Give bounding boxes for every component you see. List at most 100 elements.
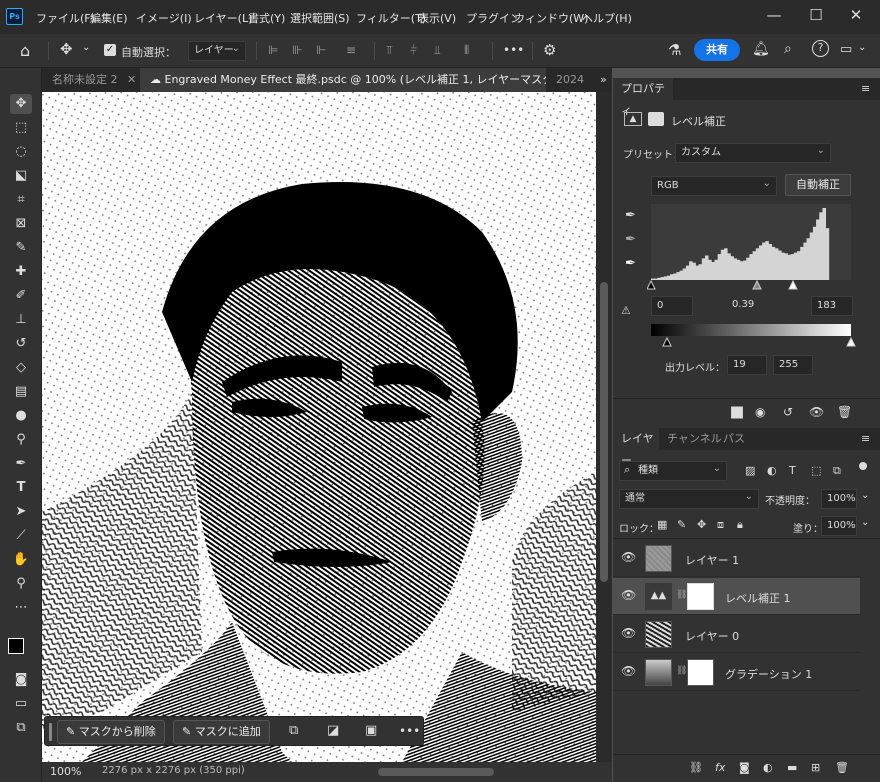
- blur-tool[interactable]: ●: [10, 406, 32, 426]
- zoom-tool[interactable]: ⚲: [10, 574, 32, 594]
- minimize-button[interactable]: —: [764, 6, 784, 24]
- input-black-field[interactable]: 0: [651, 296, 693, 316]
- lock-position-icon[interactable]: ✥: [697, 518, 706, 531]
- new-group-icon[interactable]: ▬: [787, 761, 797, 774]
- menu-plugins[interactable]: プラグイン: [466, 10, 521, 26]
- fx-icon[interactable]: fx: [715, 761, 725, 774]
- new-layer-icon[interactable]: ⊞: [811, 761, 820, 774]
- input-sliders[interactable]: [647, 279, 857, 291]
- preset-dropdown[interactable]: カスタム: [675, 142, 831, 163]
- output-white-field[interactable]: 255: [773, 355, 813, 375]
- healing-brush-tool[interactable]: ✚: [10, 262, 32, 282]
- menu-image[interactable]: イメージ(I): [136, 10, 192, 26]
- layer-row-levels-1[interactable]: 👁︎ ▲▲ ⛓︎ レベル補正 1: [613, 578, 860, 615]
- align-middle-icon[interactable]: ⫩: [410, 43, 417, 58]
- frame-tool[interactable]: ⊠: [10, 214, 32, 234]
- align-left-icon[interactable]: ⊫: [268, 43, 278, 57]
- layer-name[interactable]: レベル補正 1: [725, 590, 791, 606]
- new-adjustment-icon[interactable]: ◐: [763, 761, 773, 774]
- layer-name[interactable]: レイヤー 0: [685, 628, 739, 644]
- menu-filter[interactable]: フィルター(T): [356, 10, 426, 26]
- clipping-warning-icon[interactable]: ⚠: [621, 304, 631, 317]
- menu-select[interactable]: 選択範囲(S): [290, 10, 350, 26]
- menu-window[interactable]: ウィンドウ(W): [514, 10, 588, 26]
- filter-smart-icon[interactable]: ⧉: [833, 464, 841, 478]
- add-mask-icon[interactable]: ◙: [739, 761, 750, 774]
- brush-tool[interactable]: ✐: [10, 286, 32, 306]
- foreground-color-swatch[interactable]: [8, 638, 24, 654]
- menu-type[interactable]: 書式(Y): [248, 10, 285, 26]
- document-canvas[interactable]: [42, 92, 596, 762]
- invert-mask-icon[interactable]: ◪: [327, 723, 339, 738]
- chevron-down-icon[interactable]: ⌄: [861, 517, 869, 528]
- lab-flask-icon[interactable]: ⚗: [668, 41, 681, 59]
- eraser-tool[interactable]: ◇: [10, 358, 32, 378]
- scroll-thumb[interactable]: [600, 282, 608, 582]
- menu-view[interactable]: 表示(V): [418, 10, 456, 26]
- gradient-tool[interactable]: ▤: [10, 382, 32, 402]
- align-bottom-icon[interactable]: ⫫: [434, 43, 441, 58]
- chevron-down-icon[interactable]: ⌄: [861, 490, 869, 501]
- marquee-tool[interactable]: ⬚: [10, 118, 32, 138]
- link-icon[interactable]: ⛓︎: [676, 666, 687, 676]
- trash-icon[interactable]: 🗑︎: [835, 761, 849, 774]
- mask-icon[interactable]: [648, 112, 664, 126]
- line-tool[interactable]: ⟋: [10, 526, 32, 546]
- search-icon[interactable]: ⌕: [784, 41, 792, 57]
- more-options-button[interactable]: •••: [503, 43, 524, 57]
- opacity-field[interactable]: 100%: [821, 489, 857, 509]
- tab-channels[interactable]: チャンネル: [667, 428, 722, 450]
- lock-artboard-icon[interactable]: ⧈: [717, 518, 724, 532]
- output-black-field[interactable]: 19: [727, 355, 767, 375]
- eye-icon[interactable]: 👁︎: [621, 626, 636, 640]
- clip-to-layer-icon[interactable]: ⬛︎: [731, 405, 743, 420]
- lock-all-icon[interactable]: 🔒︎: [737, 518, 743, 532]
- fill-field[interactable]: 100%: [821, 516, 857, 536]
- black-eyedropper-icon[interactable]: ✒: [625, 208, 636, 223]
- menu-help[interactable]: ヘルプ(H): [582, 10, 632, 26]
- drag-handle[interactable]: [49, 723, 52, 741]
- auto-button[interactable]: 自動補正: [785, 174, 851, 196]
- menu-layer[interactable]: レイヤー(L): [194, 10, 252, 26]
- lock-pixels-icon[interactable]: ✎: [677, 518, 686, 531]
- menu-edit[interactable]: 編集(E): [90, 10, 128, 26]
- mask-settings-icon[interactable]: ▣: [365, 723, 377, 738]
- tab-engraved-money-effect[interactable]: ☁︎ Engraved Money Effect 最終.psdc @ 100% …: [140, 68, 546, 92]
- blend-mode-dropdown[interactable]: 通常: [619, 488, 759, 509]
- gear-icon[interactable]: ⚙: [543, 41, 556, 59]
- bell-icon[interactable]: 🔔︎: [752, 41, 770, 57]
- maximize-button[interactable]: ☐: [806, 6, 826, 24]
- crop-tool[interactable]: ⌗: [10, 190, 32, 210]
- share-button[interactable]: 共有: [694, 39, 740, 61]
- filter-shape-icon[interactable]: ⬚: [811, 464, 821, 477]
- tab-paths[interactable]: パス: [723, 428, 745, 450]
- auto-select-target-dropdown[interactable]: レイヤー: [188, 40, 246, 61]
- chevron-down-icon[interactable]: ⌄: [858, 42, 866, 53]
- distribute-vertical-icon[interactable]: ⦀: [464, 43, 469, 58]
- help-icon[interactable]: ?: [812, 40, 829, 57]
- layer-name[interactable]: レイヤー 1: [685, 552, 739, 568]
- horizontal-scroll-thumb[interactable]: [378, 768, 494, 776]
- link-layers-icon[interactable]: ⛓︎: [689, 761, 703, 774]
- add-to-mask-button[interactable]: ✎ マスクに追加: [173, 720, 270, 744]
- eye-icon[interactable]: 👁︎: [621, 550, 636, 564]
- more-tools-icon[interactable]: ⋯: [10, 598, 32, 618]
- eyedropper-tool[interactable]: ✎: [10, 238, 32, 258]
- white-eyedropper-icon[interactable]: ✒: [625, 256, 636, 271]
- panel-menu-icon[interactable]: ≡: [861, 432, 870, 445]
- align-right-icon[interactable]: ⊩: [316, 43, 326, 57]
- layer-mask-thumbnail[interactable]: [687, 659, 714, 686]
- layer-name[interactable]: グラデーション 1: [725, 666, 812, 682]
- more-options-button[interactable]: •••: [399, 724, 420, 738]
- panel-menu-icon[interactable]: ≡: [861, 82, 870, 95]
- history-brush-tool[interactable]: ↺: [10, 334, 32, 354]
- align-top-icon[interactable]: ⫪: [386, 43, 393, 58]
- move-tool-icon[interactable]: ✥: [60, 40, 73, 58]
- remove-from-mask-button[interactable]: ✎ マスクから削除: [57, 720, 165, 744]
- zoom-level[interactable]: 100%: [50, 765, 81, 778]
- stamp-tool[interactable]: ⊥: [10, 310, 32, 330]
- filter-adjustment-icon[interactable]: ◐: [767, 464, 777, 477]
- tab-untitled-2[interactable]: 名称未設定 2 ✕: [42, 68, 140, 92]
- layer-row-layer-0[interactable]: 👁︎ レイヤー 0: [613, 616, 860, 653]
- channel-dropdown[interactable]: RGB: [651, 175, 777, 196]
